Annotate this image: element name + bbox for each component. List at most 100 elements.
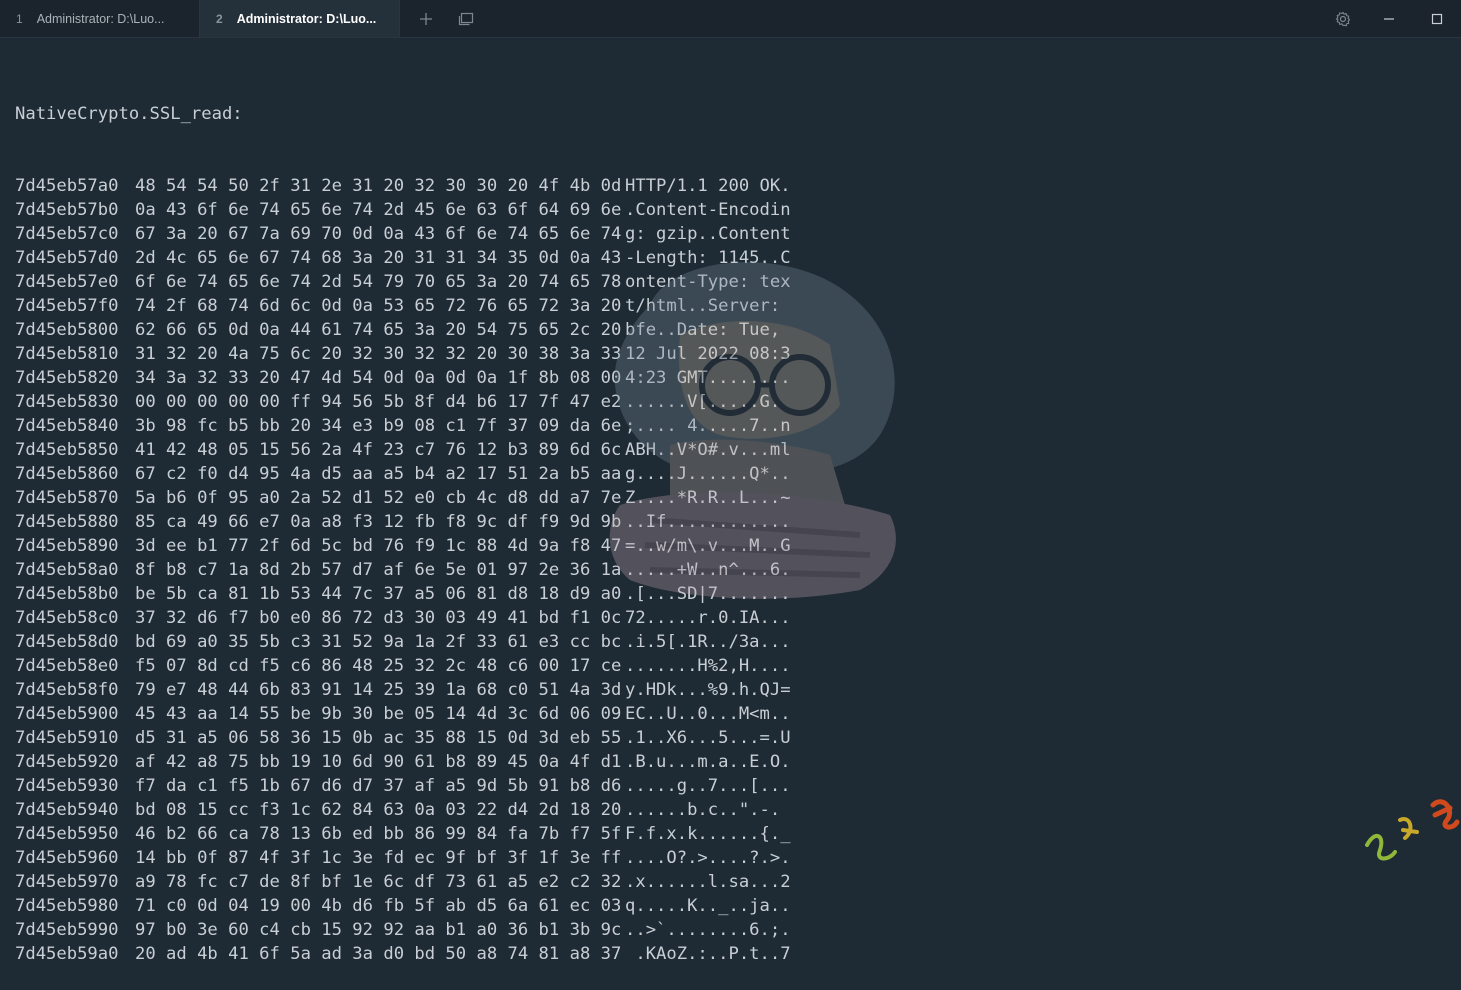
hexdump-bytes: 79 e7 48 44 6b 83 91 14 25 39 1a 68 c0 5…	[135, 680, 622, 700]
hexdump-ascii: .......H%2,H....	[625, 656, 791, 676]
hexdump-ascii: q.....K.._..ja..	[625, 896, 791, 916]
hexdump-row: 7d45eb57c0 67 3a 20 67 7a 69 70 0d 0a 43 …	[15, 222, 1315, 246]
hexdump-row: 7d45eb5890 3d ee b1 77 2f 6d 5c bd 76 f9 …	[15, 534, 1315, 558]
hexdump-ascii: .x......l.sa...2	[625, 872, 791, 892]
hexdump-bytes: d5 31 a5 06 58 36 15 0b ac 35 88 15 0d 3…	[135, 728, 622, 748]
hexdump-ascii: .KAoZ.:..P.t..7	[625, 944, 791, 964]
hexdump-ascii: ......V[.....G.	[625, 392, 781, 412]
hexdump-address: 7d45eb5970	[15, 872, 119, 892]
hexdump-ascii: -Length: 1145..C	[625, 248, 791, 268]
hexdump-bytes: 0a 43 6f 6e 74 65 6e 74 2d 45 6e 63 6f 6…	[135, 200, 622, 220]
hexdump-ascii: Z....*R.R..L...~	[625, 488, 791, 508]
hexdump-bytes: 3b 98 fc b5 bb 20 34 e3 b9 08 c1 7f 37 0…	[135, 416, 622, 436]
tab-1[interactable]: 1 Administrator: D:\Luo...	[0, 0, 200, 37]
hexdump-row: 7d45eb57d0 2d 4c 65 6e 67 74 68 3a 20 31 …	[15, 246, 1315, 270]
hexdump-ascii: ..If............	[625, 512, 791, 532]
hexdump-bytes: a9 78 fc c7 de 8f bf 1e 6c df 73 61 a5 e…	[135, 872, 622, 892]
hexdump-bytes: 31 32 20 4a 75 6c 20 32 30 32 32 20 30 3…	[135, 344, 622, 364]
hexdump-address: 7d45eb5870	[15, 488, 119, 508]
hexdump-bytes: 85 ca 49 66 e7 0a a8 f3 12 fb f8 9c df f…	[135, 512, 622, 532]
hexdump-bytes: 8f b8 c7 1a 8d 2b 57 d7 af 6e 5e 01 97 2…	[135, 560, 622, 580]
hexdump-address: 7d45eb57c0	[15, 224, 119, 244]
hexdump-address: 7d45eb5810	[15, 344, 119, 364]
hexdump-bytes: bd 69 a0 35 5b c3 31 52 9a 1a 2f 33 61 e…	[135, 632, 622, 652]
hexdump-address: 7d45eb5880	[15, 512, 119, 532]
hexdump-ascii: y.HDk...%9.h.QJ=	[625, 680, 791, 700]
hexdump-address: 7d45eb5900	[15, 704, 119, 724]
hexdump-row: 7d45eb58b0 be 5b ca 81 1b 53 44 7c 37 a5 …	[15, 582, 1315, 606]
tab-title: Administrator: D:\Luo...	[236, 11, 377, 26]
hexdump-ascii: 4:23 GMT........	[625, 368, 791, 388]
hexdump-row: 7d45eb58a0 8f b8 c7 1a 8d 2b 57 d7 af 6e …	[15, 558, 1315, 582]
hexdump-row: 7d45eb5930 f7 da c1 f5 1b 67 d6 d7 37 af …	[15, 774, 1315, 798]
hexdump-address: 7d45eb5960	[15, 848, 119, 868]
gear-icon[interactable]	[1321, 0, 1365, 37]
hexdump-bytes: f5 07 8d cd f5 c6 86 48 25 32 2c 48 c6 0…	[135, 656, 622, 676]
hexdump-row: 7d45eb5810 31 32 20 4a 75 6c 20 32 30 32 …	[15, 342, 1315, 366]
hexdump-row: 7d45eb5860 67 c2 f0 d4 95 4a d5 aa a5 b4 …	[15, 462, 1315, 486]
hexdump-ascii: .....+W..n^...6.	[625, 560, 791, 580]
hexdump-bytes: 6f 6e 74 65 6e 74 2d 54 79 70 65 3a 20 7…	[135, 272, 622, 292]
hexdump-address: 7d45eb5990	[15, 920, 119, 940]
hexdump-address: 7d45eb5850	[15, 440, 119, 460]
hexdump-row: 7d45eb5820 34 3a 32 33 20 47 4d 54 0d 0a …	[15, 366, 1315, 390]
hexdump-address: 7d45eb57b0	[15, 200, 119, 220]
hexdump-address: 7d45eb59a0	[15, 944, 119, 964]
tab-number: 2	[216, 11, 223, 26]
tab-2[interactable]: 2 Administrator: D:\Luo...	[200, 0, 400, 37]
hexdump-address: 7d45eb57e0	[15, 272, 119, 292]
hexdump-row: 7d45eb5960 14 bb 0f 87 4f 3f 1c 3e fd ec …	[15, 846, 1315, 870]
hexdump-bytes: 3d ee b1 77 2f 6d 5c bd 76 f9 1c 88 4d 9…	[135, 536, 622, 556]
hexdump-address: 7d45eb58d0	[15, 632, 119, 652]
hexdump-ascii: EC..U..0...M<m..	[625, 704, 791, 724]
hexdump-bytes: 48 54 54 50 2f 31 2e 31 20 32 30 30 20 4…	[135, 176, 622, 196]
hexdump-address: 7d45eb5830	[15, 392, 119, 412]
hexdump-bytes: 67 c2 f0 d4 95 4a d5 aa a5 b4 a2 17 51 2…	[135, 464, 622, 484]
hexdump-address: 7d45eb5920	[15, 752, 119, 772]
hexdump-row: 7d45eb58e0 f5 07 8d cd f5 c6 86 48 25 32 …	[15, 654, 1315, 678]
hexdump-row: 7d45eb57f0 74 2f 68 74 6d 6c 0d 0a 53 65 …	[15, 294, 1315, 318]
hexdump-address: 7d45eb5890	[15, 536, 119, 556]
hexdump-row: 7d45eb5940 bd 08 15 cc f3 1c 62 84 63 0a …	[15, 798, 1315, 822]
hexdump-bytes: f7 da c1 f5 1b 67 d6 d7 37 af a5 9d 5b 9…	[135, 776, 622, 796]
hexdump-ascii: 72.....r.0.IA...	[625, 608, 791, 628]
hexdump-ascii: ..>`........6.;.	[625, 920, 791, 940]
hexdump-bytes: 71 c0 0d 04 19 00 4b d6 fb 5f ab d5 6a 6…	[135, 896, 622, 916]
minimize-icon[interactable]	[1365, 0, 1413, 37]
hexdump-ascii: ......b.c..".-.	[625, 800, 791, 820]
hexdump-address: 7d45eb5940	[15, 800, 119, 820]
plus-icon[interactable]	[408, 0, 444, 37]
hexdump-address: 7d45eb5840	[15, 416, 119, 436]
signature-logo	[1365, 799, 1460, 861]
terminal-output[interactable]: NativeCrypto.SSL_read: 7d45eb57a0 48 54 5…	[15, 54, 1315, 964]
hexdump-address: 7d45eb5860	[15, 464, 119, 484]
hexdump-ascii: ;.... 4.....7..n	[625, 416, 791, 436]
hexdump-row: 7d45eb5800 62 66 65 0d 0a 44 61 74 65 3a …	[15, 318, 1315, 342]
tab-overview-icon[interactable]	[448, 0, 484, 37]
hexdump-row: 7d45eb5870 5a b6 0f 95 a0 2a 52 d1 52 e0 …	[15, 486, 1315, 510]
hexdump-address: 7d45eb58c0	[15, 608, 119, 628]
hexdump-ascii: .B.u...m.a..E.O.	[625, 752, 791, 772]
hexdump-ascii: .[...SD|7.......	[625, 584, 791, 604]
hexdump-ascii: bfe..Date: Tue,	[625, 320, 791, 340]
hexdump-bytes: 2d 4c 65 6e 67 74 68 3a 20 31 31 34 35 0…	[135, 248, 622, 268]
hexdump-ascii: g....J......Q*..	[625, 464, 791, 484]
hexdump-bytes: 20 ad 4b 41 6f 5a ad 3a d0 bd 50 a8 74 8…	[135, 944, 622, 964]
hexdump-address: 7d45eb5980	[15, 896, 119, 916]
hexdump-bytes: 67 3a 20 67 7a 69 70 0d 0a 43 6f 6e 74 6…	[135, 224, 622, 244]
hexdump-address: 7d45eb58e0	[15, 656, 119, 676]
hexdump-address: 7d45eb58a0	[15, 560, 119, 580]
hexdump-address: 7d45eb5820	[15, 368, 119, 388]
maximize-icon[interactable]	[1413, 0, 1461, 37]
hexdump-row: 7d45eb5900 45 43 aa 14 55 be 9b 30 be 05 …	[15, 702, 1315, 726]
output-header: NativeCrypto.SSL_read:	[15, 104, 243, 124]
hexdump-address: 7d45eb5930	[15, 776, 119, 796]
hexdump-bytes: bd 08 15 cc f3 1c 62 84 63 0a 03 22 d4 2…	[135, 800, 622, 820]
hexdump-ascii: ....O?.>....?.>.	[625, 848, 791, 868]
hexdump-row: 7d45eb5830 00 00 00 00 00 ff 94 56 5b 8f …	[15, 390, 1315, 414]
hexdump-address: 7d45eb5910	[15, 728, 119, 748]
hexdump-ascii: ontent-Type: tex	[625, 272, 791, 292]
hexdump-bytes: 74 2f 68 74 6d 6c 0d 0a 53 65 72 76 65 7…	[135, 296, 622, 316]
hexdump-ascii: ABH..V*O#.v...ml	[625, 440, 791, 460]
hexdump-bytes: 41 42 48 05 15 56 2a 4f 23 c7 76 12 b3 8…	[135, 440, 622, 460]
